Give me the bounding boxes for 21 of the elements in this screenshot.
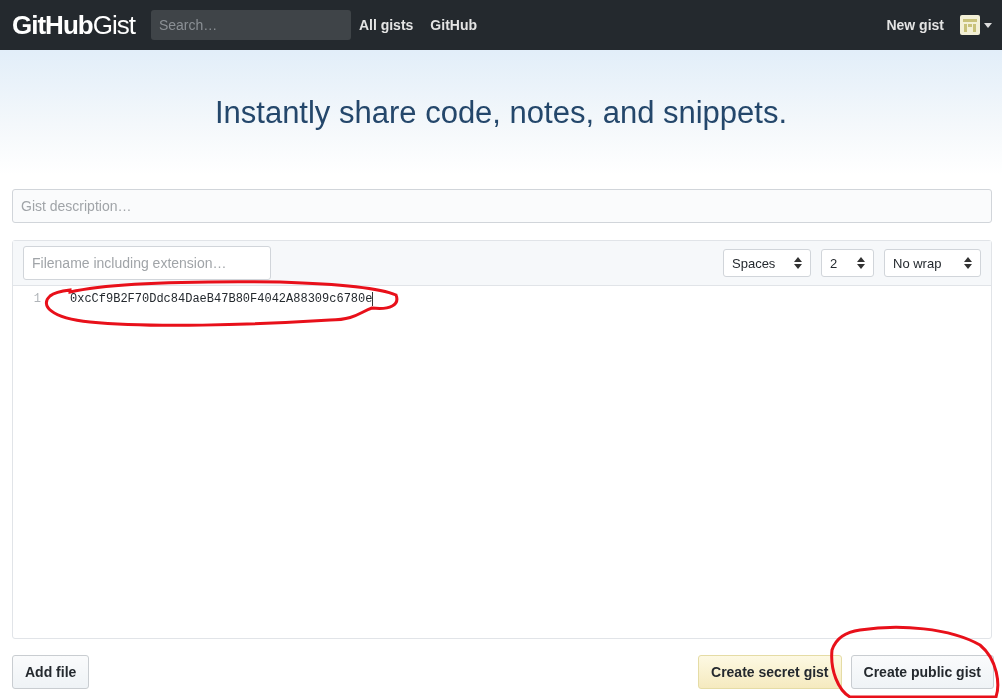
logo[interactable]: GitHubGist bbox=[12, 9, 135, 41]
nav-link[interactable]: All gists bbox=[358, 17, 414, 33]
new-gist-link[interactable]: New gist bbox=[886, 17, 944, 33]
caret-icon[interactable] bbox=[984, 22, 992, 28]
up-down-arrows-icon bbox=[964, 257, 972, 269]
add-file-button[interactable]: Add file bbox=[12, 655, 90, 689]
filename-field[interactable]: Filename including extension… bbox=[23, 246, 271, 280]
code-line[interactable]: 0xcCf9B2F70Ddc84DaeB47B80F4042A88309c6780e bbox=[70, 292, 373, 306]
hero-title: Instantly share code, notes, and snippets. bbox=[214, 94, 788, 131]
line-number: 1 bbox=[32, 292, 42, 306]
dropdown[interactable]: Spaces bbox=[723, 249, 811, 277]
search-field[interactable]: Search… bbox=[150, 10, 351, 40]
up-down-arrows-icon bbox=[857, 257, 865, 269]
up-down-arrows-icon bbox=[794, 257, 802, 269]
description-field[interactable]: Gist description… bbox=[12, 189, 992, 223]
text-cursor bbox=[372, 292, 374, 306]
dropdown[interactable]: 2 bbox=[821, 249, 874, 277]
nav-link[interactable]: GitHub bbox=[430, 17, 477, 33]
secret-gist-button[interactable]: Create secret gist bbox=[698, 655, 842, 689]
public-gist-button[interactable]: Create public gist bbox=[850, 655, 994, 689]
dropdown[interactable]: No wrap bbox=[884, 249, 981, 277]
